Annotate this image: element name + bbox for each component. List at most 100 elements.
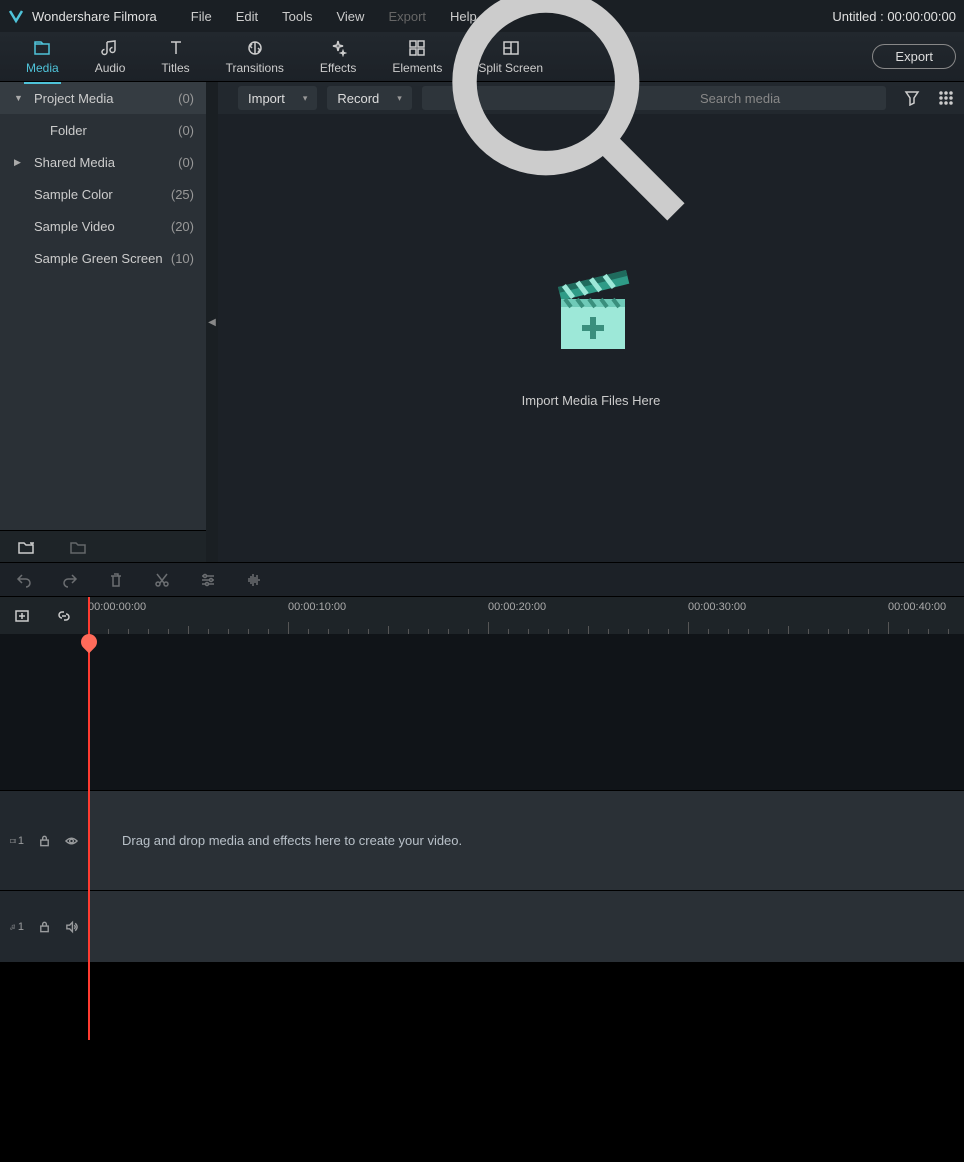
text-icon [167,39,185,57]
ruler-tick-label: 00:00:00:00 [88,601,146,613]
search-box[interactable] [422,86,886,110]
timeline-edit-toolbar [0,562,964,596]
filter-icon[interactable] [904,90,920,106]
media-content: Import▾ Record▾ [218,82,964,562]
music-icon [101,39,119,57]
sidebar-item-count: (0) [178,91,194,106]
search-input[interactable] [700,91,876,106]
menu-item-file[interactable]: File [181,5,222,28]
menu-item-view[interactable]: View [326,5,374,28]
sidebar-list: ▼Project Media(0)Folder(0)▶Shared Media(… [0,82,206,530]
record-dropdown[interactable]: Record▾ [327,86,411,110]
sidebar-item-label: Shared Media [34,155,178,170]
tab-media[interactable]: Media [8,33,77,81]
app-title: Wondershare Filmora [32,9,157,24]
playhead-line [88,634,90,1040]
elements-icon [408,39,426,57]
timeline-header-left [0,597,88,634]
settings-icon[interactable] [200,572,216,588]
audio-track-header: 1 [0,891,88,962]
sidebar-item-sample-video[interactable]: Sample Video(20) [0,210,206,242]
sidebar-item-count: (20) [171,219,194,234]
sparkle-icon [329,39,347,57]
new-folder-icon[interactable] [18,540,34,554]
tab-titles[interactable]: Titles [143,33,207,81]
tab-audio[interactable]: Audio [77,33,144,81]
export-button[interactable]: Export [872,44,956,69]
grid-view-icon[interactable] [938,90,954,106]
menu-item-edit[interactable]: Edit [226,5,268,28]
ruler-tick-label: 00:00:40:00 [888,601,946,613]
delete-folder-icon[interactable] [70,540,86,554]
sidebar-item-label: Folder [50,123,178,138]
ruler-tick-label: 00:00:10:00 [288,601,346,613]
timeline-ruler[interactable]: 00:00:00:0000:00:10:0000:00:20:0000:00:3… [0,596,964,634]
media-sidebar: ▼Project Media(0)Folder(0)▶Shared Media(… [0,82,206,562]
visibility-icon[interactable] [65,834,78,848]
add-track-icon[interactable] [14,608,30,624]
tab-split-screen[interactable]: Split Screen [460,33,561,81]
panel-splitter[interactable]: ◀ [206,82,218,562]
sidebar-item-count: (0) [178,155,194,170]
split-icon [502,39,520,57]
video-track-header: 1 [0,791,88,890]
tab-elements[interactable]: Elements [374,33,460,81]
project-status: Untitled : 00:00:00:00 [832,9,956,24]
expand-arrow-icon: ▼ [14,93,24,103]
import-dropdown[interactable]: Import▾ [238,86,317,110]
chevron-down-icon: ▾ [397,93,402,104]
audio-track-icon: 1 [10,920,24,934]
video-track-body[interactable]: Drag and drop media and effects here to … [88,791,964,890]
menu-item-export: Export [378,5,436,28]
redo-icon[interactable] [62,572,78,588]
transition-icon [246,39,264,57]
app-logo-icon [8,8,24,24]
sidebar-item-label: Project Media [34,91,178,106]
track-spacer [0,634,964,790]
folder-icon [33,39,51,57]
sidebar-item-project-media[interactable]: ▼ Project Media(0) [0,82,206,114]
sidebar-item-label: Sample Green Screen [34,251,171,266]
expand-arrow-icon: ▶ [14,157,24,168]
sidebar-bottom-bar [0,530,206,562]
sidebar-item-sample-green-screen[interactable]: Sample Green Screen(10) [0,242,206,274]
sidebar-item-count: (0) [178,123,194,138]
timeline-hint-text: Drag and drop media and effects here to … [122,833,462,848]
sidebar-item-shared-media[interactable]: ▶ Shared Media(0) [0,146,206,178]
timeline-empty-area [0,962,964,1162]
menu-item-tools[interactable]: Tools [272,5,322,28]
undo-icon[interactable] [16,572,32,588]
audio-adjust-icon[interactable] [246,572,262,588]
sidebar-item-count: (10) [171,251,194,266]
content-toolbar: Import▾ Record▾ [218,82,964,114]
playhead[interactable] [88,597,90,635]
sidebar-item-label: Sample Color [34,187,171,202]
clapperboard-icon [549,269,633,355]
delete-icon[interactable] [108,572,124,588]
ruler-tick-label: 00:00:30:00 [688,601,746,613]
tool-tabs-bar: MediaAudioTitlesTransitionsEffectsElemen… [0,32,964,82]
link-icon[interactable] [56,608,72,624]
sidebar-item-count: (25) [171,187,194,202]
sidebar-item-sample-color[interactable]: Sample Color(25) [0,178,206,210]
ruler-scale[interactable]: 00:00:00:0000:00:10:0000:00:20:0000:00:3… [88,597,964,634]
video-track: 1 Drag and drop media and effects here t… [0,790,964,890]
mute-icon[interactable] [65,920,78,934]
sidebar-item-label: Sample Video [34,219,171,234]
media-drop-zone[interactable]: Import Media Files Here [218,114,964,562]
drop-zone-label: Import Media Files Here [522,393,661,408]
cut-icon[interactable] [154,572,170,588]
audio-track: 1 [0,890,964,962]
project-name: Untitled [832,9,876,24]
tab-effects[interactable]: Effects [302,33,374,81]
tab-transitions[interactable]: Transitions [208,33,302,81]
video-track-icon: 1 [10,834,24,848]
timeline-tracks: 1 Drag and drop media and effects here t… [0,634,964,1040]
collapse-left-icon: ◀ [208,317,216,328]
lock-icon[interactable] [38,834,51,848]
sidebar-item-folder[interactable]: Folder(0) [0,114,206,146]
audio-track-body[interactable] [88,891,964,962]
main-panel: ▼Project Media(0)Folder(0)▶Shared Media(… [0,82,964,562]
chevron-down-icon: ▾ [303,93,308,104]
lock-icon[interactable] [38,920,51,934]
